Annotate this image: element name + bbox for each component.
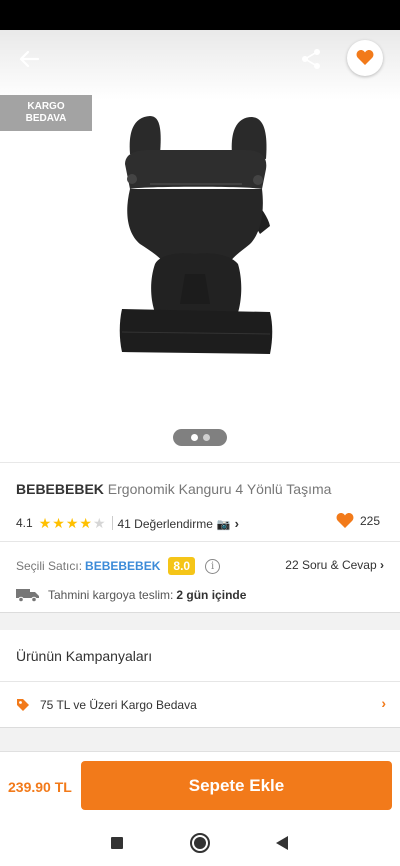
back-button[interactable] xyxy=(12,44,46,74)
share-button[interactable] xyxy=(296,44,326,74)
star-icon: ★ xyxy=(38,515,52,531)
triangle-back-icon[interactable] xyxy=(276,836,288,850)
campaign-label: 75 TL ve Üzeri Kargo Bedava xyxy=(40,697,197,712)
rating-row: 4.1 ★ ★ ★ ★ ★ 41 Değerlendirme 📷 › 225 xyxy=(16,513,384,533)
product-title: BEBEBEBEK Ergonomik Kanguru 4 Yönlü Taşı… xyxy=(16,481,331,497)
product-gallery[interactable]: KARGO BEDAVA xyxy=(0,30,400,462)
badge-line-1: KARGO xyxy=(27,101,65,112)
truck-icon xyxy=(16,589,39,602)
seller-name-link[interactable]: BEBEBEBEK xyxy=(85,559,160,573)
favorite-button[interactable] xyxy=(347,40,383,76)
carousel-dot[interactable] xyxy=(202,434,210,441)
price: 239.90 TL xyxy=(8,779,72,795)
seller-row: Seçili Satıcı: BEBEBEBEK 8.0 i 22 Soru &… xyxy=(16,555,388,577)
add-to-cart-button[interactable]: Sepete Ekle xyxy=(81,761,392,810)
product-name: Ergonomik Kanguru 4 Yönlü Taşıma xyxy=(107,481,332,497)
brand-name[interactable]: BEBEBEBEK xyxy=(16,481,104,497)
home-dot xyxy=(194,837,206,849)
qa-link[interactable]: 22 Soru & Cevap › xyxy=(285,558,384,572)
square-icon[interactable] xyxy=(111,837,123,849)
delivery-label: Tahmini kargoya teslim: xyxy=(48,588,174,602)
seller-score-badge: 8.0 xyxy=(168,557,196,575)
star-icon: ★ xyxy=(79,515,92,531)
product-info: BEBEBEBEK Ergonomik Kanguru 4 Yönlü Taşı… xyxy=(0,462,400,602)
circle-icon[interactable] xyxy=(190,833,210,853)
star-icon: ★ xyxy=(52,515,65,531)
section-separator xyxy=(0,612,400,630)
free-shipping-badge: KARGO BEDAVA xyxy=(0,95,92,131)
status-bar xyxy=(0,0,400,30)
reviews-label: 41 Değerlendirme xyxy=(117,516,213,531)
section-separator xyxy=(0,727,400,751)
chevron-right-icon: › xyxy=(380,558,384,572)
add-to-cart-bar: 239.90 TL Sepete Ekle xyxy=(0,751,400,819)
reviews-link[interactable]: 41 Değerlendirme 📷 › xyxy=(118,516,239,531)
chevron-right-icon: › xyxy=(381,695,386,711)
divider xyxy=(0,541,400,542)
heart-icon xyxy=(356,50,374,65)
info-icon[interactable]: i xyxy=(205,558,221,574)
campaign-item[interactable]: 75 TL ve Üzeri Kargo Bedava › xyxy=(0,681,400,727)
delivery-value: 2 gün içinde xyxy=(176,588,247,602)
arrow-left-icon xyxy=(19,50,39,68)
delivery-row: Tahmini kargoya teslim: 2 gün içinde xyxy=(16,585,246,605)
likes-counter[interactable]: 225 xyxy=(336,513,380,529)
chevron-right-icon: › xyxy=(234,515,239,531)
qa-label: 22 Soru & Cevap xyxy=(285,558,377,572)
share-icon xyxy=(302,49,320,69)
likes-count: 225 xyxy=(359,514,380,528)
tag-icon xyxy=(17,698,29,711)
star-icon: ★ xyxy=(65,515,79,531)
star-icon: ★ xyxy=(92,515,106,531)
seller-label: Seçili Satıcı: xyxy=(16,559,83,573)
carousel-indicator[interactable] xyxy=(173,429,227,446)
carousel-dot[interactable] xyxy=(190,434,198,441)
system-nav-bar xyxy=(0,819,400,866)
product-image[interactable] xyxy=(110,114,280,364)
camera-icon: 📷 xyxy=(216,518,231,531)
divider xyxy=(111,516,113,530)
rating-value: 4.1 xyxy=(16,516,33,530)
heart-icon xyxy=(336,513,354,528)
star-rating: ★ ★ ★ ★ ★ xyxy=(39,516,106,530)
badge-line-2: BEDAVA xyxy=(25,113,67,124)
header-gradient xyxy=(0,30,400,100)
campaigns-title: Ürünün Kampanyaları xyxy=(16,648,153,664)
